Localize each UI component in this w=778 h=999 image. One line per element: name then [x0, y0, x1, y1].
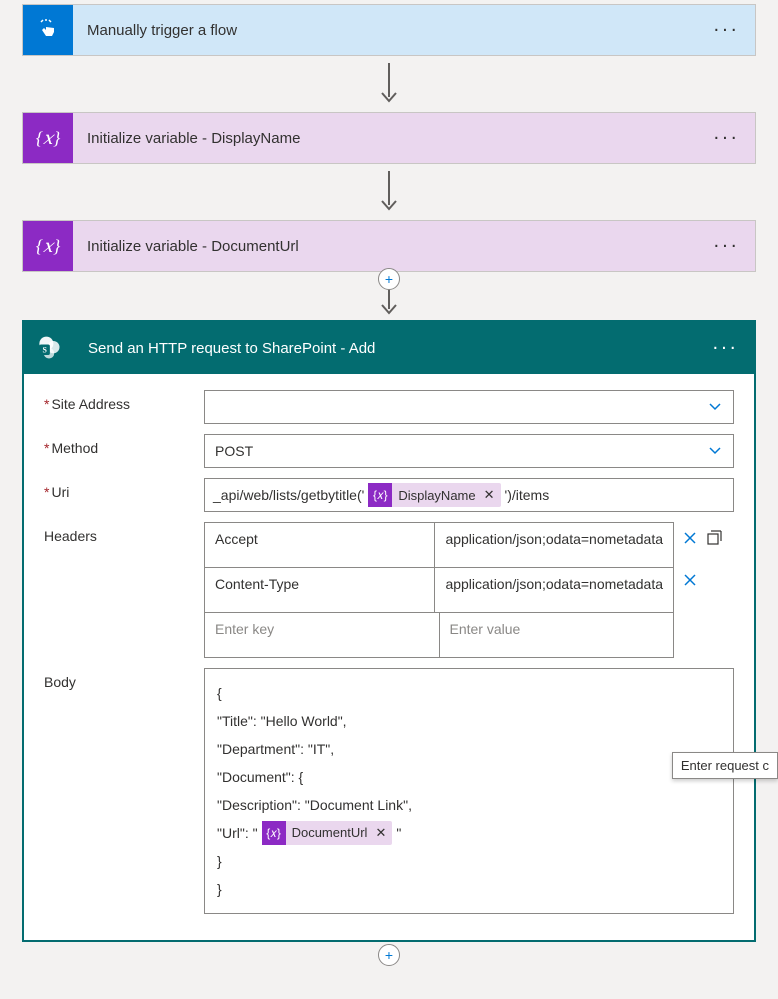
body-line: "Document": {: [217, 763, 721, 791]
switch-to-text-mode-button[interactable]: [706, 530, 722, 546]
sharepoint-icon: S: [24, 323, 74, 373]
header-row-new: Enter key Enter value: [205, 613, 673, 657]
uri-input[interactable]: _api/web/lists/getbytitle(' {𝑥} DisplayN…: [204, 478, 734, 512]
add-step-button[interactable]: +: [378, 268, 400, 290]
connector-arrow: +: [379, 272, 399, 320]
token-documenturl[interactable]: {𝑥} DocumentUrl ✕: [262, 821, 393, 845]
connector-arrow: [379, 164, 399, 220]
header-row: Accept application/json;odata=nometadata: [205, 523, 673, 568]
http-header[interactable]: S Send an HTTP request to SharePoint - A…: [24, 322, 754, 374]
var1-menu-button[interactable]: ···: [713, 127, 739, 150]
body-line: "Url": " {𝑥} DocumentUrl ✕ ": [217, 819, 721, 847]
token-displayname[interactable]: {𝑥} DisplayName ✕: [368, 483, 500, 507]
body-line-prefix: "Url": ": [217, 819, 258, 847]
body-line: "Description": "Document Link",: [217, 791, 721, 819]
header-value-input[interactable]: Enter value: [440, 613, 674, 657]
variable-icon: {𝑥}: [262, 821, 286, 845]
body-label: Body: [44, 668, 204, 690]
var1-title: Initialize variable - DisplayName: [73, 130, 300, 147]
variable-icon: {𝑥}: [23, 113, 73, 163]
token-remove-button[interactable]: ✕: [484, 487, 495, 503]
headers-table: Accept application/json;odata=nometadata…: [204, 522, 674, 658]
chevron-down-icon: [707, 398, 723, 417]
token-label: DocumentUrl: [292, 820, 368, 846]
body-line: {: [217, 679, 721, 707]
chevron-down-icon: [707, 442, 723, 461]
method-value: POST: [215, 443, 253, 459]
body-line: "Department": "IT",: [217, 735, 721, 763]
site-address-select[interactable]: [204, 390, 734, 424]
site-address-label: Site Address: [44, 390, 204, 412]
variable-card-displayname[interactable]: {𝑥} Initialize variable - DisplayName ··…: [22, 112, 756, 164]
tooltip: Enter request c: [672, 752, 778, 779]
delete-header-button[interactable]: [682, 572, 698, 588]
connector-arrow: [379, 56, 399, 112]
header-key[interactable]: Content-Type: [205, 568, 435, 612]
svg-text:S: S: [42, 345, 47, 354]
trigger-menu-button[interactable]: ···: [713, 19, 739, 42]
method-label: Method: [44, 434, 204, 456]
body-line: }: [217, 847, 721, 875]
body-input[interactable]: { "Title": "Hello World", "Department": …: [204, 668, 734, 914]
var2-title: Initialize variable - DocumentUrl: [73, 238, 299, 255]
uri-label: Uri: [44, 478, 204, 500]
header-row: Content-Type application/json;odata=nome…: [205, 568, 673, 613]
variable-icon: {𝑥}: [23, 221, 73, 271]
http-title: Send an HTTP request to SharePoint - Add: [74, 340, 375, 357]
trigger-title: Manually trigger a flow: [73, 22, 237, 39]
body-line: }: [217, 875, 721, 903]
trigger-card[interactable]: Manually trigger a flow ···: [22, 4, 756, 56]
uri-prefix: _api/web/lists/getbytitle(': [213, 487, 364, 503]
delete-header-button[interactable]: [682, 530, 698, 546]
body-line-suffix: ": [396, 819, 401, 847]
token-label: DisplayName: [398, 488, 475, 503]
http-action-card: S Send an HTTP request to SharePoint - A…: [22, 320, 756, 942]
header-key[interactable]: Accept: [205, 523, 435, 567]
header-value[interactable]: application/json;odata=nometadata: [435, 523, 673, 567]
token-remove-button[interactable]: ✕: [375, 820, 386, 846]
http-menu-button[interactable]: ···: [712, 337, 738, 360]
header-value[interactable]: application/json;odata=nometadata: [435, 568, 673, 612]
headers-label: Headers: [44, 522, 204, 544]
method-select[interactable]: POST: [204, 434, 734, 468]
body-line: "Title": "Hello World",: [217, 707, 721, 735]
variable-card-documenturl[interactable]: {𝑥} Initialize variable - DocumentUrl ··…: [22, 220, 756, 272]
uri-suffix: ')/items: [505, 487, 550, 503]
pointer-icon: [23, 5, 73, 55]
add-step-button[interactable]: +: [378, 944, 400, 966]
variable-icon: {𝑥}: [368, 483, 392, 507]
var2-menu-button[interactable]: ···: [713, 235, 739, 258]
header-key-input[interactable]: Enter key: [205, 613, 440, 657]
